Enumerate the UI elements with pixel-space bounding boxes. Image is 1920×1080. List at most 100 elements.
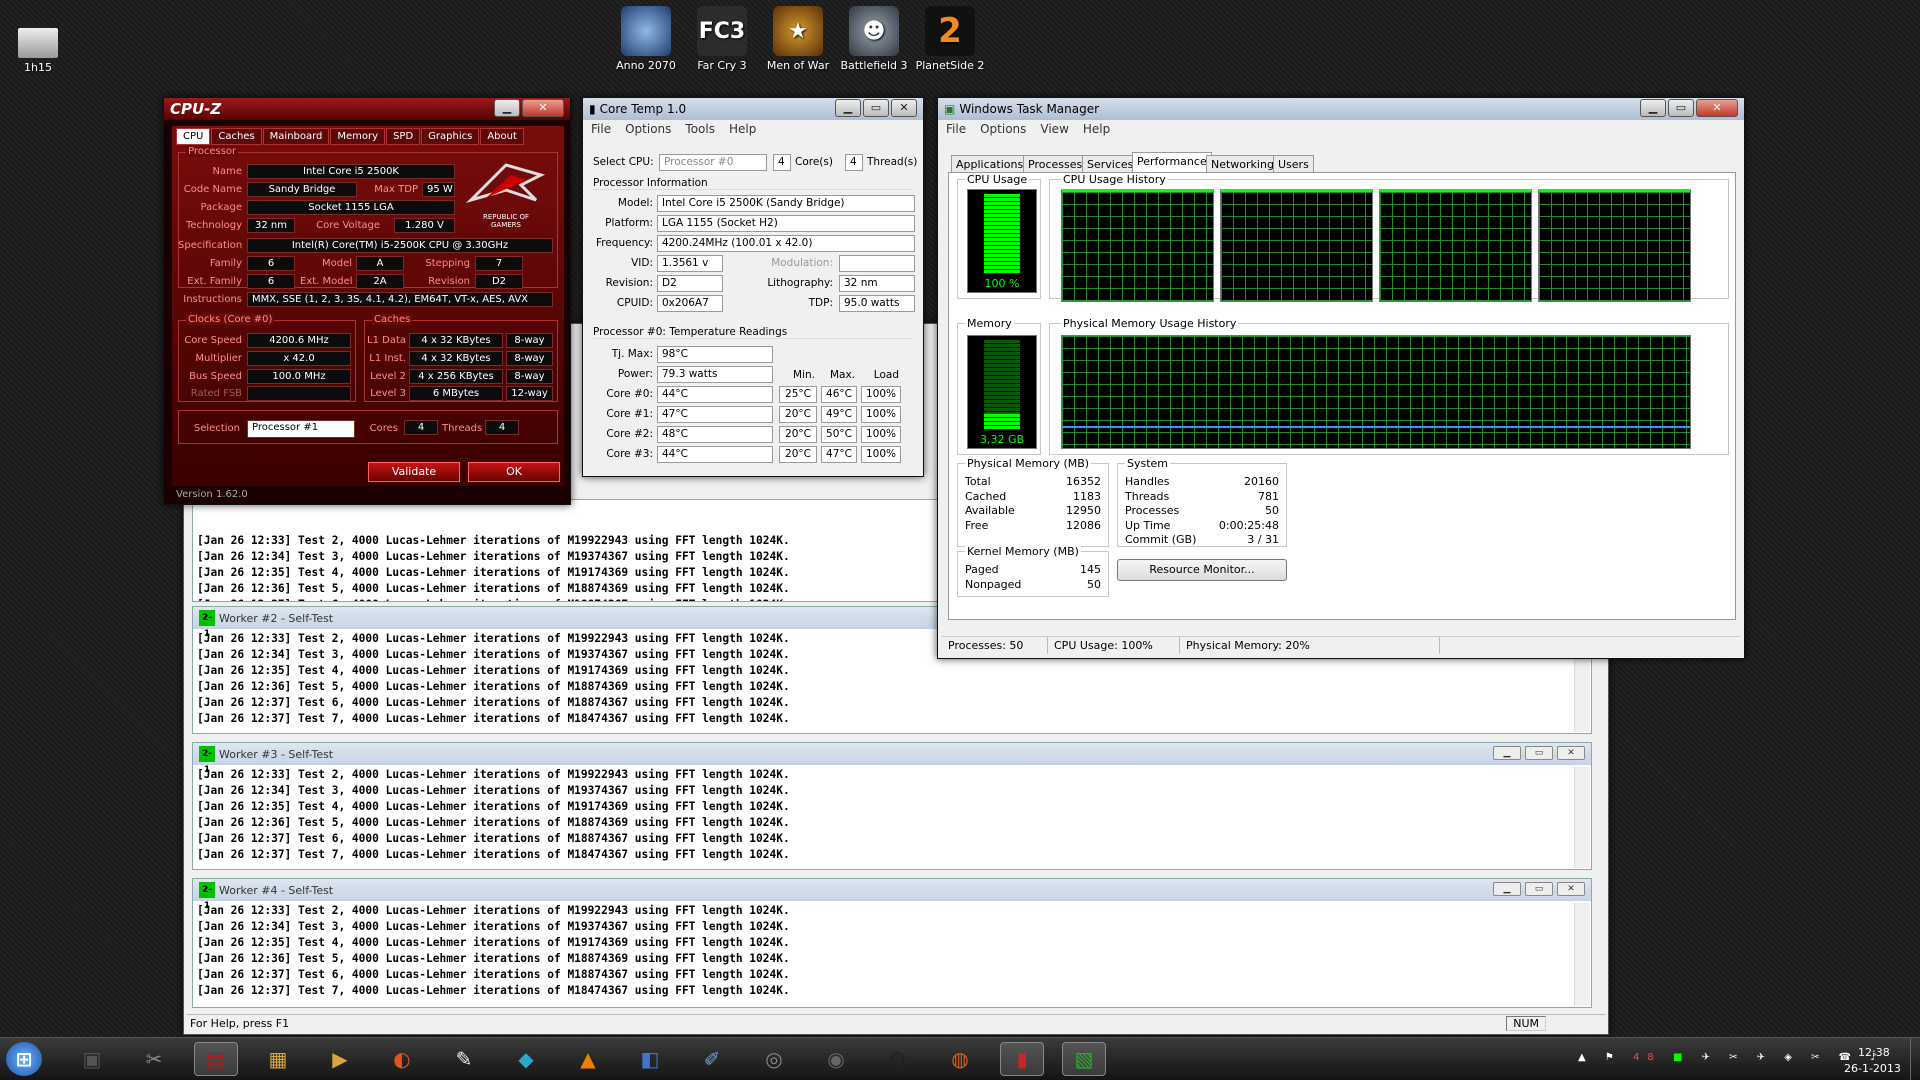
validate-button[interactable]: Validate bbox=[368, 462, 460, 482]
stat-row: Available 12950 bbox=[965, 504, 1101, 519]
ok-button[interactable]: OK bbox=[468, 462, 560, 482]
stat-row: Handles 20160 bbox=[1125, 475, 1279, 490]
close-button[interactable]: ✕ bbox=[1696, 99, 1738, 117]
media-icon[interactable]: ▶ bbox=[318, 1042, 362, 1076]
menu-file[interactable]: File bbox=[946, 122, 966, 136]
resource-monitor-button[interactable]: Resource Monitor... bbox=[1117, 559, 1287, 581]
num-indicator: NUM bbox=[1506, 1016, 1546, 1031]
close-button[interactable]: ✕ bbox=[1557, 746, 1585, 760]
stat-label: Available bbox=[965, 504, 1015, 518]
tab-caches[interactable]: Caches bbox=[211, 128, 262, 145]
l2-label: Level 2 bbox=[370, 371, 406, 382]
family-value: 6 bbox=[247, 256, 295, 271]
computer-icon[interactable]: ▣ bbox=[70, 1042, 114, 1076]
core-label: Core #0: bbox=[606, 388, 653, 400]
desktop-icon-1h15[interactable]: 1h15 bbox=[0, 28, 76, 74]
worker-3-titlebar[interactable]: 2-1 Worker #3 - Self-Test ▁ ▭ ✕ bbox=[193, 743, 1591, 775]
tab-services[interactable]: Services bbox=[1082, 155, 1139, 173]
network-icon[interactable]: ◆ bbox=[504, 1042, 548, 1076]
desktop-icon-farcry[interactable]: FC3 Far Cry 3 bbox=[684, 6, 760, 72]
tab-applications[interactable]: Applications bbox=[951, 155, 1029, 173]
desktop-icon-planetside[interactable]: 2 PlanetSide 2 bbox=[912, 6, 988, 72]
minimize-button[interactable]: ▁ bbox=[1640, 99, 1666, 117]
tab-spd[interactable]: SPD bbox=[386, 128, 421, 145]
close-button[interactable]: ✕ bbox=[891, 99, 917, 117]
clock-date[interactable]: 26-1-2013 bbox=[1844, 1062, 1901, 1075]
menu-help[interactable]: Help bbox=[729, 122, 756, 136]
desktop-icon-label: Far Cry 3 bbox=[697, 59, 747, 72]
minimize-button[interactable]: ▁ bbox=[835, 99, 861, 117]
coretemp-icon[interactable]: ▮ bbox=[1000, 1042, 1044, 1076]
prime95-icon[interactable]: ▧ bbox=[1062, 1042, 1106, 1076]
stat-row: Free 12086 bbox=[965, 519, 1101, 534]
system-stats: Handles 20160 Threads 781 Processes 50 Up Time… bbox=[1125, 475, 1279, 548]
tab-performance[interactable]: Performance bbox=[1132, 152, 1212, 173]
gadget-icon[interactable]: ◧ bbox=[628, 1042, 672, 1076]
physical-memory-stats: Total 16352 Cached 1183 Available 12950 Free 12… bbox=[965, 475, 1101, 533]
extfamily-label: Ext. Family bbox=[187, 276, 242, 287]
selection-dropdown[interactable]: Processor #1 bbox=[247, 420, 355, 438]
maximize-button[interactable]: ▭ bbox=[1668, 99, 1694, 117]
minimize-button[interactable]: ▁ bbox=[494, 99, 520, 117]
maximize-button[interactable]: ▭ bbox=[1525, 882, 1553, 896]
menu-options[interactable]: Options bbox=[625, 122, 671, 136]
tab-users[interactable]: Users bbox=[1273, 155, 1314, 173]
core-load: 100% bbox=[861, 426, 901, 443]
stat-value: 50 bbox=[1265, 504, 1279, 518]
steam-icon[interactable]: ⚙ bbox=[876, 1042, 920, 1076]
tdp-value: 95.0 watts bbox=[839, 295, 915, 312]
stepping-value: 7 bbox=[475, 256, 523, 271]
start-orb[interactable]: ⊞ bbox=[6, 1042, 42, 1076]
core-temp: 44°C bbox=[657, 446, 773, 463]
paint-icon[interactable]: ✐ bbox=[690, 1042, 734, 1076]
l2-way: 8-way bbox=[506, 369, 553, 384]
firefox-icon[interactable]: ◍ bbox=[938, 1042, 982, 1076]
core-temp: 48°C bbox=[657, 426, 773, 443]
clock-time[interactable]: 12:38 bbox=[1858, 1046, 1890, 1059]
camera-icon[interactable]: ◉ bbox=[814, 1042, 858, 1076]
stat-label: Nonpaged bbox=[965, 577, 1022, 591]
tab-networking[interactable]: Networking bbox=[1206, 155, 1279, 173]
notepad-icon[interactable]: ✎ bbox=[442, 1042, 486, 1076]
worker-4-titlebar[interactable]: 2-1 Worker #4 - Self-Test ▁ ▭ ✕ bbox=[193, 879, 1591, 911]
stat-value: 0:00:25:48 bbox=[1218, 518, 1279, 532]
cpuz-icon[interactable]: ▤ bbox=[194, 1042, 238, 1076]
origin-icon[interactable]: ◐ bbox=[380, 1042, 424, 1076]
tab-about[interactable]: About bbox=[480, 128, 524, 145]
tab-graphics[interactable]: Graphics bbox=[421, 128, 480, 145]
tab-cpu[interactable]: CPU bbox=[176, 128, 211, 145]
menu-options[interactable]: Options bbox=[980, 122, 1026, 136]
menu-tools[interactable]: Tools bbox=[685, 122, 715, 136]
snipping-icon[interactable]: ✂ bbox=[132, 1042, 176, 1076]
maximize-button[interactable]: ▭ bbox=[863, 99, 889, 117]
maximize-button[interactable]: ▭ bbox=[1525, 746, 1553, 760]
close-button[interactable]: ✕ bbox=[522, 99, 564, 117]
desktop-icon-battlefield[interactable]: ☻ Battlefield 3 bbox=[836, 6, 912, 72]
close-button[interactable]: ✕ bbox=[1557, 882, 1585, 896]
scrollbar[interactable] bbox=[1574, 767, 1590, 868]
tab-processes[interactable]: Processes bbox=[1023, 155, 1088, 173]
menu-help[interactable]: Help bbox=[1083, 122, 1110, 136]
vlc-icon[interactable]: ▲ bbox=[566, 1042, 610, 1076]
cores-value: 4 bbox=[404, 420, 438, 435]
desktop-icon-menofwar[interactable]: ★ Men of War bbox=[760, 6, 836, 72]
desktop-icon-anno[interactable]: Anno 2070 bbox=[608, 6, 684, 72]
scrollbar[interactable] bbox=[1574, 903, 1590, 1006]
tray-icons[interactable]: ▲ ⚑ 48 ■ ✈ ✂ ✈ ◈ ✂ ☎ ♪ bbox=[1578, 1052, 1885, 1063]
minimize-button[interactable]: ▁ bbox=[1493, 746, 1521, 760]
core-min: 20°C bbox=[779, 406, 817, 423]
minimize-button[interactable]: ▁ bbox=[1493, 882, 1521, 896]
model-value: Intel Core i5 2500K (Sandy Bridge) bbox=[657, 195, 915, 212]
tab-mainboard[interactable]: Mainboard bbox=[262, 128, 330, 145]
menu-view[interactable]: View bbox=[1040, 122, 1068, 136]
selection-label: Selection bbox=[193, 423, 240, 434]
steam-overlay-icon[interactable]: ◎ bbox=[752, 1042, 796, 1076]
explorer-icon[interactable]: ▦ bbox=[256, 1042, 300, 1076]
menu-file[interactable]: File bbox=[591, 122, 611, 136]
show-desktop-button[interactable] bbox=[1910, 1038, 1920, 1080]
tab-memory[interactable]: Memory bbox=[330, 128, 386, 145]
battlefield-icon: ☻ bbox=[849, 6, 899, 56]
taskmanager-titlebar[interactable]: ▣ Windows Task Manager bbox=[938, 98, 1744, 120]
selectcpu-dropdown[interactable]: Processor #0 bbox=[659, 154, 767, 171]
package-value: Socket 1155 LGA bbox=[247, 200, 455, 215]
